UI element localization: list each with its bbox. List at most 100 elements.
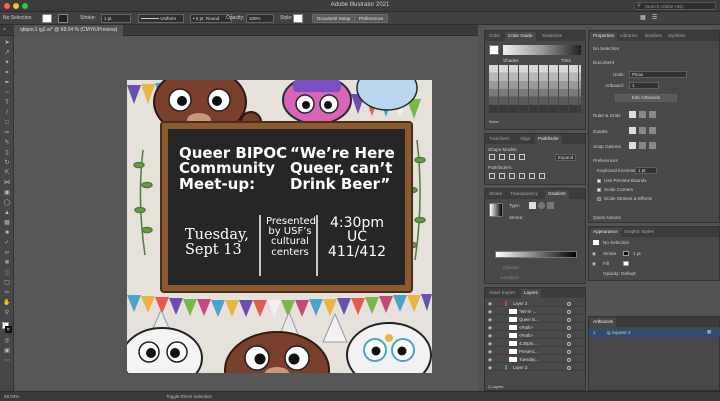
artboard-options-icon[interactable]: ▦	[707, 329, 711, 335]
layer-row-layer-2[interactable]: ◉ Layer 2	[485, 300, 585, 307]
pen-tool-icon[interactable]: ✒	[3, 80, 11, 87]
linear-gradient-icon[interactable]	[529, 202, 536, 209]
layer-row[interactable]: ◉ Present...	[485, 348, 585, 355]
shape-builder-icon[interactable]: ◯	[3, 200, 11, 207]
tab-artboards[interactable]: Artboards	[590, 318, 616, 327]
snap-grid-icon[interactable]	[639, 142, 646, 149]
grid-icon[interactable]	[639, 111, 646, 118]
base-color-swatch[interactable]	[489, 45, 499, 55]
intersect-icon[interactable]	[509, 154, 515, 160]
appearance-stroke-eye-icon[interactable]: ◉	[592, 251, 596, 257]
mesh-tool-icon[interactable]: ▦	[3, 220, 11, 227]
document-tab[interactable]: qbipoc1 ig2.ai* @ 68.04 % (CMYK/Preview)	[14, 25, 124, 36]
direct-selection-tool-icon[interactable]: ↗	[3, 50, 11, 57]
paintbrush-icon[interactable]: ✑	[3, 130, 11, 137]
target-circle-icon[interactable]	[567, 325, 571, 330]
stroke-profile-select[interactable]: Uniform	[138, 14, 184, 23]
harmony-strip[interactable]	[503, 45, 581, 55]
outline-icon[interactable]	[529, 173, 535, 179]
workspace-icon[interactable]: ☰	[652, 14, 657, 21]
target-circle-icon[interactable]	[567, 333, 571, 338]
trim-icon[interactable]	[499, 173, 505, 179]
units-select[interactable]: Picas	[629, 71, 687, 78]
smart-guides-icon[interactable]	[649, 127, 656, 134]
lasso-icon[interactable]: ⚭	[3, 70, 11, 77]
tab-pathfinder[interactable]: Pathfinder	[535, 135, 562, 144]
expand-button[interactable]: Expand	[555, 154, 577, 161]
tab-align[interactable]: Align	[517, 135, 533, 144]
lock-guides-icon[interactable]	[639, 127, 646, 134]
show-guides-icon[interactable]	[629, 127, 636, 134]
stroke-weight-field[interactable]: 1 pt	[101, 14, 131, 23]
tab-libraries[interactable]: Libraries	[617, 32, 641, 41]
target-circle-icon[interactable]	[567, 309, 571, 314]
appearance-stroke-swatch[interactable]	[623, 251, 629, 256]
target-circle-icon[interactable]	[567, 341, 571, 346]
zoom-tool-icon[interactable]: ⚲	[3, 310, 11, 317]
edit-artboards-button[interactable]: Edit Artboards	[615, 94, 677, 102]
layer-row[interactable]: ◉ 4:30pm...	[485, 340, 585, 347]
edit-toolbar-icon[interactable]: ⋯	[3, 358, 11, 365]
tab-appearance[interactable]: Appearance	[590, 228, 621, 237]
minus-back-icon[interactable]	[539, 173, 545, 179]
zoom-level[interactable]: 68.04%	[4, 394, 19, 399]
ruler-icon[interactable]	[629, 111, 636, 118]
opacity-field[interactable]: 100%	[246, 14, 274, 23]
fill-swatch[interactable]	[42, 14, 52, 23]
visibility-eye-icon[interactable]: ◉	[488, 301, 493, 306]
close-doc-icon[interactable]: ×	[3, 27, 6, 33]
visibility-eye-icon[interactable]: ◉	[488, 333, 493, 338]
tab-color[interactable]: Color	[486, 32, 503, 41]
free-transform-icon[interactable]: ▣	[3, 190, 11, 197]
column-graph-icon[interactable]: ░	[3, 270, 11, 277]
stroke-swatch[interactable]	[58, 14, 68, 23]
tab-gradient[interactable]: Gradient	[545, 190, 569, 199]
visibility-eye-icon[interactable]: ◉	[488, 309, 493, 314]
perspective-grid-icon[interactable]: ▲	[3, 210, 11, 217]
preferences-button[interactable]: Preferences	[354, 14, 389, 23]
scale-strokes-checkbox[interactable]	[597, 197, 601, 201]
tab-color-guide[interactable]: Color Guide	[505, 32, 536, 41]
eyedropper-icon[interactable]: ✓	[3, 240, 11, 247]
eraser-icon[interactable]: ▯	[3, 150, 11, 157]
help-search-input[interactable]: ⚲ Search Adobe Help	[634, 2, 716, 10]
layer-row-layer-3[interactable]: ◉ Layer 3	[485, 364, 585, 371]
gradient-tool-icon[interactable]: ■	[3, 230, 11, 237]
tab-transform[interactable]: Transform	[486, 135, 513, 144]
rectangle-tool-icon[interactable]: □	[3, 120, 11, 127]
tab-properties[interactable]: Properties	[590, 32, 617, 41]
hand-tool-icon[interactable]: ✋	[3, 300, 11, 307]
rotate-tool-icon[interactable]: ↻	[3, 160, 11, 167]
line-tool-icon[interactable]: /	[3, 110, 11, 117]
target-circle-icon[interactable]	[567, 365, 571, 370]
visibility-eye-icon[interactable]: ◉	[488, 341, 493, 346]
unite-icon[interactable]	[489, 154, 495, 160]
layer-row[interactable]: ◉ “We're ...	[485, 308, 585, 315]
drawing-mode-icon[interactable]: ◎	[3, 338, 11, 345]
freeform-gradient-icon[interactable]	[547, 202, 554, 209]
tab-asset-export[interactable]: Asset Export	[486, 289, 518, 298]
artboard[interactable]: Queer BIPOC Community Meet-up: “We’re He…	[127, 80, 432, 373]
gradient-slider[interactable]	[495, 251, 577, 258]
tab-symbols[interactable]: Symbols	[665, 32, 689, 41]
graphic-style-swatch[interactable]	[293, 14, 303, 23]
appearance-fill-eye-icon[interactable]: ◉	[592, 261, 596, 267]
shaper-tool-icon[interactable]: ✎	[3, 140, 11, 147]
scale-tool-icon[interactable]: ⇱	[3, 170, 11, 177]
stroke-color-icon[interactable]	[5, 326, 12, 333]
divide-icon[interactable]	[489, 173, 495, 179]
snap-point-icon[interactable]	[629, 142, 636, 149]
layer-row[interactable]: ◉ Queer B...	[485, 316, 585, 323]
tab-swatches[interactable]: Swatches	[539, 32, 565, 41]
color-variation-grid[interactable]	[489, 65, 581, 113]
layer-row[interactable]: ◉ Tuesday...	[485, 356, 585, 363]
symbol-sprayer-icon[interactable]: ❋	[3, 260, 11, 267]
curvature-tool-icon[interactable]: ∽	[3, 90, 11, 97]
screen-mode-icon[interactable]: ▣	[3, 348, 11, 355]
tab-transparency[interactable]: Transparency	[507, 190, 541, 199]
width-tool-icon[interactable]: ⋈	[3, 180, 11, 187]
layer-row[interactable]: ◉ <Path>	[485, 332, 585, 339]
arrange-documents-icon[interactable]: ▦	[640, 14, 646, 21]
type-tool-icon[interactable]: T	[3, 100, 11, 107]
artboard-tool-icon[interactable]: ▢	[3, 280, 11, 287]
